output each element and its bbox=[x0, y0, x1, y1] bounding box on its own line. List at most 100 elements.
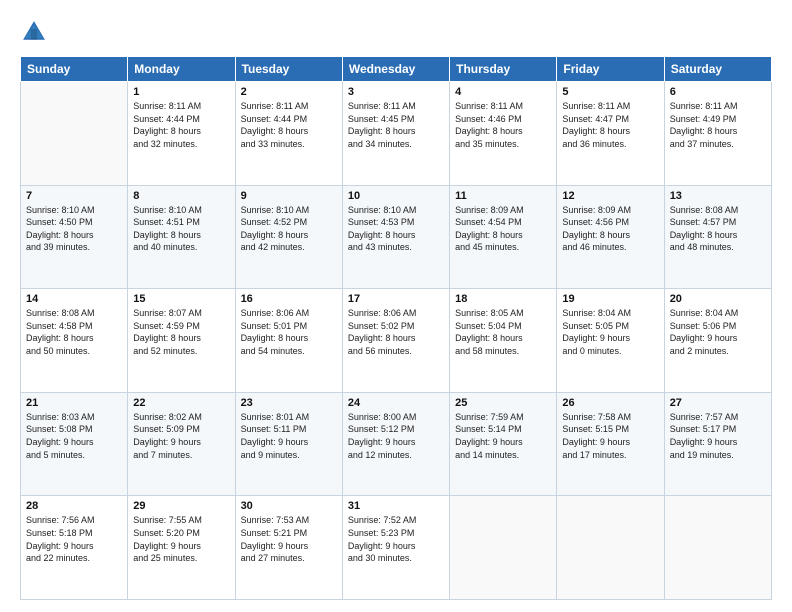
day-info: Sunrise: 8:10 AMSunset: 4:50 PMDaylight:… bbox=[26, 204, 122, 254]
day-number: 2 bbox=[241, 86, 337, 98]
day-info: Sunrise: 8:01 AMSunset: 5:11 PMDaylight:… bbox=[241, 411, 337, 461]
day-info: Sunrise: 8:11 AMSunset: 4:46 PMDaylight:… bbox=[455, 100, 551, 150]
day-cell: 16 Sunrise: 8:06 AMSunset: 5:01 PMDayligh… bbox=[235, 289, 342, 393]
day-number: 14 bbox=[26, 293, 122, 305]
day-cell: 14 Sunrise: 8:08 AMSunset: 4:58 PMDayligh… bbox=[21, 289, 128, 393]
day-number: 31 bbox=[348, 500, 444, 512]
day-cell: 28 Sunrise: 7:56 AMSunset: 5:18 PMDayligh… bbox=[21, 496, 128, 600]
day-info: Sunrise: 7:58 AMSunset: 5:15 PMDaylight:… bbox=[562, 411, 658, 461]
day-info: Sunrise: 8:08 AMSunset: 4:57 PMDaylight:… bbox=[670, 204, 766, 254]
day-number: 28 bbox=[26, 500, 122, 512]
day-number: 4 bbox=[455, 86, 551, 98]
day-cell: 20 Sunrise: 8:04 AMSunset: 5:06 PMDayligh… bbox=[664, 289, 771, 393]
day-info: Sunrise: 8:11 AMSunset: 4:44 PMDaylight:… bbox=[241, 100, 337, 150]
weekday-header-friday: Friday bbox=[557, 57, 664, 82]
day-cell bbox=[21, 82, 128, 186]
day-cell: 12 Sunrise: 8:09 AMSunset: 4:56 PMDayligh… bbox=[557, 185, 664, 289]
week-row-3: 14 Sunrise: 8:08 AMSunset: 4:58 PMDayligh… bbox=[21, 289, 772, 393]
day-cell: 4 Sunrise: 8:11 AMSunset: 4:46 PMDaylight… bbox=[450, 82, 557, 186]
day-number: 24 bbox=[348, 397, 444, 409]
day-number: 18 bbox=[455, 293, 551, 305]
day-info: Sunrise: 8:05 AMSunset: 5:04 PMDaylight:… bbox=[455, 307, 551, 357]
logo-icon bbox=[20, 18, 48, 46]
day-cell: 24 Sunrise: 8:00 AMSunset: 5:12 PMDayligh… bbox=[342, 392, 449, 496]
week-row-5: 28 Sunrise: 7:56 AMSunset: 5:18 PMDayligh… bbox=[21, 496, 772, 600]
weekday-header-thursday: Thursday bbox=[450, 57, 557, 82]
day-cell: 7 Sunrise: 8:10 AMSunset: 4:50 PMDaylight… bbox=[21, 185, 128, 289]
day-info: Sunrise: 8:09 AMSunset: 4:56 PMDaylight:… bbox=[562, 204, 658, 254]
weekday-header-row: SundayMondayTuesdayWednesdayThursdayFrid… bbox=[21, 57, 772, 82]
calendar-table: SundayMondayTuesdayWednesdayThursdayFrid… bbox=[20, 56, 772, 600]
day-cell bbox=[450, 496, 557, 600]
day-info: Sunrise: 8:04 AMSunset: 5:05 PMDaylight:… bbox=[562, 307, 658, 357]
day-cell: 9Sunrise: 8:10 AMSunset: 4:52 PMDaylight… bbox=[235, 185, 342, 289]
day-info: Sunrise: 7:55 AMSunset: 5:20 PMDaylight:… bbox=[133, 514, 229, 564]
day-info: Sunrise: 7:59 AMSunset: 5:14 PMDaylight:… bbox=[455, 411, 551, 461]
day-number: 27 bbox=[670, 397, 766, 409]
day-cell: 17 Sunrise: 8:06 AMSunset: 5:02 PMDayligh… bbox=[342, 289, 449, 393]
day-number: 5 bbox=[562, 86, 658, 98]
day-number: 15 bbox=[133, 293, 229, 305]
day-cell: 27 Sunrise: 7:57 AMSunset: 5:17 PMDayligh… bbox=[664, 392, 771, 496]
day-cell: 23Sunrise: 8:01 AMSunset: 5:11 PMDayligh… bbox=[235, 392, 342, 496]
day-number: 16 bbox=[241, 293, 337, 305]
day-info: Sunrise: 7:56 AMSunset: 5:18 PMDaylight:… bbox=[26, 514, 122, 564]
day-info: Sunrise: 8:06 AMSunset: 5:01 PMDaylight:… bbox=[241, 307, 337, 357]
day-info: Sunrise: 8:10 AMSunset: 4:53 PMDaylight:… bbox=[348, 204, 444, 254]
day-number: 29 bbox=[133, 500, 229, 512]
day-info: Sunrise: 8:07 AMSunset: 4:59 PMDaylight:… bbox=[133, 307, 229, 357]
day-cell: 29 Sunrise: 7:55 AMSunset: 5:20 PMDayligh… bbox=[128, 496, 235, 600]
week-row-4: 21Sunrise: 8:03 AMSunset: 5:08 PMDayligh… bbox=[21, 392, 772, 496]
day-cell: 5 Sunrise: 8:11 AMSunset: 4:47 PMDaylight… bbox=[557, 82, 664, 186]
day-number: 3 bbox=[348, 86, 444, 98]
day-info: Sunrise: 8:10 AMSunset: 4:52 PMDaylight:… bbox=[241, 204, 337, 254]
weekday-header-saturday: Saturday bbox=[664, 57, 771, 82]
day-number: 10 bbox=[348, 190, 444, 202]
day-number: 13 bbox=[670, 190, 766, 202]
day-cell: 25 Sunrise: 7:59 AMSunset: 5:14 PMDayligh… bbox=[450, 392, 557, 496]
day-number: 11 bbox=[455, 190, 551, 202]
day-info: Sunrise: 8:08 AMSunset: 4:58 PMDaylight:… bbox=[26, 307, 122, 357]
day-cell: 15 Sunrise: 8:07 AMSunset: 4:59 PMDayligh… bbox=[128, 289, 235, 393]
day-cell: 6Sunrise: 8:11 AMSunset: 4:49 PMDaylight… bbox=[664, 82, 771, 186]
weekday-header-wednesday: Wednesday bbox=[342, 57, 449, 82]
day-info: Sunrise: 8:11 AMSunset: 4:49 PMDaylight:… bbox=[670, 100, 766, 150]
day-info: Sunrise: 8:06 AMSunset: 5:02 PMDaylight:… bbox=[348, 307, 444, 357]
weekday-header-monday: Monday bbox=[128, 57, 235, 82]
week-row-2: 7 Sunrise: 8:10 AMSunset: 4:50 PMDaylight… bbox=[21, 185, 772, 289]
day-cell: 26Sunrise: 7:58 AMSunset: 5:15 PMDayligh… bbox=[557, 392, 664, 496]
day-cell: 10 Sunrise: 8:10 AMSunset: 4:53 PMDayligh… bbox=[342, 185, 449, 289]
day-number: 19 bbox=[562, 293, 658, 305]
day-info: Sunrise: 7:52 AMSunset: 5:23 PMDaylight:… bbox=[348, 514, 444, 564]
logo bbox=[20, 18, 52, 46]
week-row-1: 1 Sunrise: 8:11 AMSunset: 4:44 PMDaylight… bbox=[21, 82, 772, 186]
day-info: Sunrise: 7:53 AMSunset: 5:21 PMDaylight:… bbox=[241, 514, 337, 564]
weekday-header-sunday: Sunday bbox=[21, 57, 128, 82]
day-number: 8 bbox=[133, 190, 229, 202]
day-cell: 19 Sunrise: 8:04 AMSunset: 5:05 PMDayligh… bbox=[557, 289, 664, 393]
day-cell: 30 Sunrise: 7:53 AMSunset: 5:21 PMDayligh… bbox=[235, 496, 342, 600]
day-info: Sunrise: 7:57 AMSunset: 5:17 PMDaylight:… bbox=[670, 411, 766, 461]
day-number: 17 bbox=[348, 293, 444, 305]
day-info: Sunrise: 8:03 AMSunset: 5:08 PMDaylight:… bbox=[26, 411, 122, 461]
day-cell: 31 Sunrise: 7:52 AMSunset: 5:23 PMDayligh… bbox=[342, 496, 449, 600]
day-info: Sunrise: 8:11 AMSunset: 4:47 PMDaylight:… bbox=[562, 100, 658, 150]
day-cell: 11 Sunrise: 8:09 AMSunset: 4:54 PMDayligh… bbox=[450, 185, 557, 289]
header bbox=[20, 18, 772, 46]
day-info: Sunrise: 8:00 AMSunset: 5:12 PMDaylight:… bbox=[348, 411, 444, 461]
day-cell: 13 Sunrise: 8:08 AMSunset: 4:57 PMDayligh… bbox=[664, 185, 771, 289]
day-cell: 2 Sunrise: 8:11 AMSunset: 4:44 PMDaylight… bbox=[235, 82, 342, 186]
day-number: 22 bbox=[133, 397, 229, 409]
day-info: Sunrise: 8:09 AMSunset: 4:54 PMDaylight:… bbox=[455, 204, 551, 254]
day-number: 20 bbox=[670, 293, 766, 305]
day-number: 7 bbox=[26, 190, 122, 202]
day-cell: 8Sunrise: 8:10 AMSunset: 4:51 PMDaylight… bbox=[128, 185, 235, 289]
day-number: 30 bbox=[241, 500, 337, 512]
day-info: Sunrise: 8:04 AMSunset: 5:06 PMDaylight:… bbox=[670, 307, 766, 357]
day-info: Sunrise: 8:11 AMSunset: 4:44 PMDaylight:… bbox=[133, 100, 229, 150]
day-number: 25 bbox=[455, 397, 551, 409]
day-number: 1 bbox=[133, 86, 229, 98]
day-cell: 21Sunrise: 8:03 AMSunset: 5:08 PMDayligh… bbox=[21, 392, 128, 496]
day-number: 12 bbox=[562, 190, 658, 202]
weekday-header-tuesday: Tuesday bbox=[235, 57, 342, 82]
